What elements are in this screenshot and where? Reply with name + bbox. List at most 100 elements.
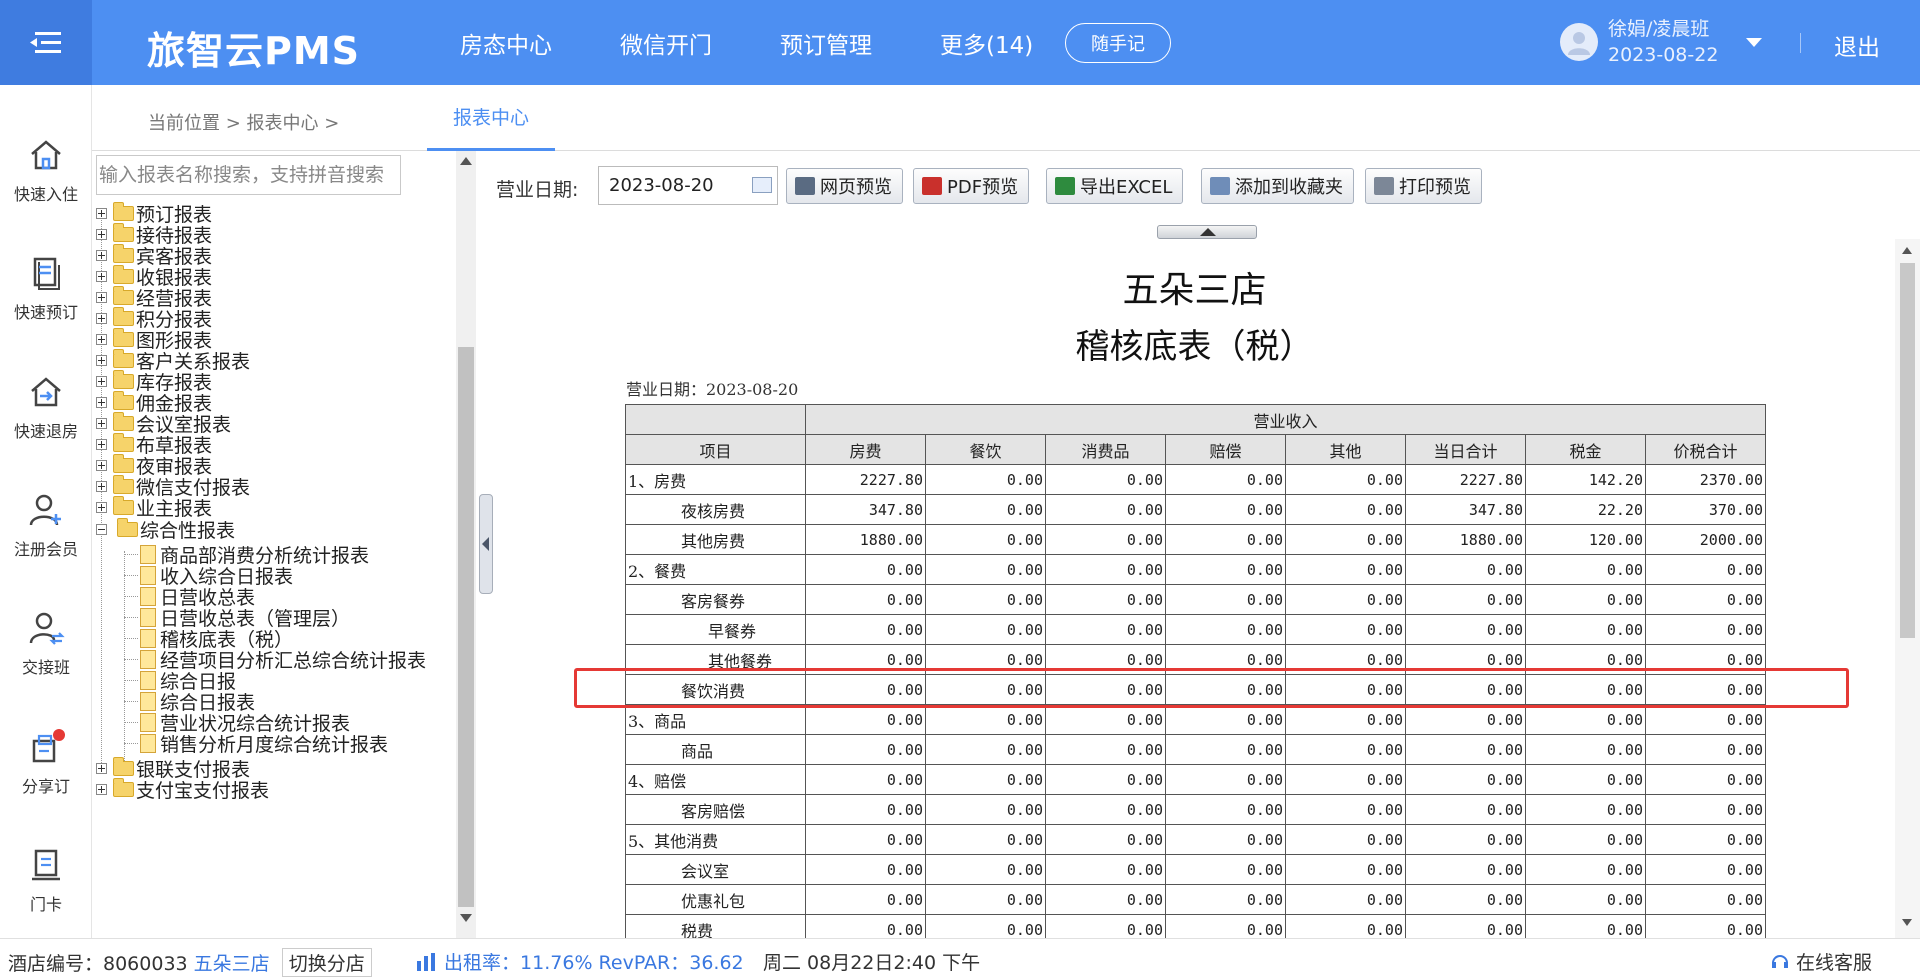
table-row: 税费 0.00 0.00 0.00 0.00 0.00 0.00 0.00 0.00 — [625, 914, 1766, 938]
table-cell: 0.00 — [1165, 554, 1286, 585]
tree-scrollbar[interactable] — [456, 151, 476, 938]
expand-icon[interactable] — [96, 762, 107, 774]
table-cell: 0.00 — [805, 824, 926, 855]
scroll-up-icon[interactable] — [1902, 247, 1912, 254]
expand-icon[interactable] — [96, 783, 107, 795]
sidebar-item-handover[interactable]: 交接班 — [0, 608, 92, 678]
divider — [1800, 33, 1801, 53]
collapse-icon[interactable] — [96, 523, 107, 535]
tree-node[interactable]: 支付宝支付报表 — [96, 777, 269, 802]
scroll-down-icon[interactable] — [460, 914, 472, 922]
scroll-down-icon[interactable] — [1902, 919, 1912, 926]
business-date-input[interactable]: 2023-08-20 — [598, 166, 778, 205]
nav-booking[interactable]: 预订管理 — [780, 26, 872, 60]
expand-icon[interactable] — [96, 438, 107, 450]
expand-icon[interactable] — [96, 270, 107, 282]
table-row: 夜核房费 347.80 0.00 0.00 0.00 0.00 347.80 22.20 370… — [625, 494, 1766, 525]
table-cell: 0.00 — [925, 704, 1046, 735]
table-cell: 0.00 — [1045, 494, 1166, 525]
print-preview-button[interactable]: 打印预览 — [1365, 168, 1482, 204]
column-header: 其他 — [1285, 434, 1406, 465]
quick-sidebar: 快速入住 快速预订 快速退房 注册会员 交接班 分享订 门卡 — [0, 85, 92, 938]
folder-icon — [113, 432, 134, 452]
table-cell: 0.00 — [925, 644, 1046, 675]
table-cell: 0.00 — [1285, 494, 1406, 525]
table-cell: 0.00 — [805, 764, 926, 795]
table-cell: 0.00 — [1645, 764, 1766, 795]
switch-branch-button[interactable]: 切换分店 — [281, 948, 372, 977]
table-cell: 1880.00 — [1405, 524, 1526, 555]
logout-link[interactable]: 退出 — [1834, 28, 1880, 62]
table-row: 客房赔偿 0.00 0.00 0.00 0.00 0.00 0.00 0.00 0.00 — [625, 794, 1766, 825]
table-cell: 0.00 — [1645, 584, 1766, 615]
tab-report-center[interactable]: 报表中心 — [427, 85, 555, 151]
table-cell: 0.00 — [1525, 914, 1646, 938]
sidebar-item-register-member[interactable]: 注册会员 — [0, 490, 92, 560]
nav-wechat-door[interactable]: 微信开门 — [620, 26, 712, 60]
sidebar-item-label: 门卡 — [29, 895, 62, 914]
expand-icon[interactable] — [96, 207, 107, 219]
nav-more[interactable]: 更多(14) — [940, 26, 1033, 60]
table-cell: 0.00 — [1285, 674, 1406, 705]
table-cell: 0.00 — [1165, 854, 1286, 885]
add-favorite-button[interactable]: 添加到收藏夹 — [1201, 168, 1354, 204]
scroll-up-icon[interactable] — [460, 157, 472, 165]
table-cell: 0.00 — [1165, 494, 1286, 525]
expand-icon[interactable] — [96, 291, 107, 303]
expand-icon[interactable] — [96, 480, 107, 492]
menu-toggle-button[interactable] — [0, 0, 92, 85]
user-menu[interactable]: 徐娟/凌晨班 2023-08-22 — [1560, 16, 1718, 68]
share-order-icon — [32, 729, 65, 763]
table-cell: 0.00 — [1045, 884, 1166, 915]
tree-node-expanded[interactable]: 综合性报表 — [96, 517, 235, 542]
row-label: 商品 — [625, 734, 806, 765]
scroll-thumb[interactable] — [458, 347, 474, 907]
button-label: 添加到收藏夹 — [1235, 177, 1343, 198]
expand-icon[interactable] — [96, 228, 107, 240]
excel-icon — [1055, 177, 1075, 195]
nav-room-status[interactable]: 房态中心 — [460, 26, 552, 60]
folder-icon — [113, 411, 134, 431]
sidebar-item-quick-checkout[interactable]: 快速退房 — [0, 372, 92, 442]
memo-button[interactable]: 随手记 — [1065, 23, 1171, 63]
audit-table-body: 1、房费 2227.80 0.00 0.00 0.00 0.00 2227.80 142.20… — [625, 464, 1766, 938]
calendar-icon[interactable] — [752, 177, 772, 193]
expand-icon[interactable] — [96, 249, 107, 261]
sidebar-item-quick-booking[interactable]: 快速预订 — [0, 253, 92, 323]
report-scrollbar[interactable] — [1895, 239, 1920, 938]
table-cell: 0.00 — [1525, 734, 1646, 765]
toolbar-collapse-handle[interactable] — [1157, 225, 1257, 239]
sidebar-item-share-order[interactable]: 分享订 — [0, 727, 92, 797]
breadcrumb: 当前位置 > 报表中心 > — [148, 113, 340, 134]
scroll-thumb[interactable] — [1900, 263, 1915, 638]
table-row: 会议室 0.00 0.00 0.00 0.00 0.00 0.00 0.00 0.00 — [625, 854, 1766, 885]
expand-icon[interactable] — [96, 354, 107, 366]
expand-icon[interactable] — [96, 396, 107, 408]
row-label: 2、餐费 — [625, 554, 806, 585]
report-search-input[interactable]: 输入报表名称搜索，支持拼音搜索 — [96, 155, 401, 195]
pdf-preview-button[interactable]: PDF预览 — [913, 168, 1030, 204]
expand-icon[interactable] — [96, 333, 107, 345]
expand-icon[interactable] — [96, 459, 107, 471]
expand-icon[interactable] — [96, 417, 107, 429]
table-row: 商品 0.00 0.00 0.00 0.00 0.00 0.00 0.00 0.00 — [625, 734, 1766, 765]
table-cell: 0.00 — [1405, 554, 1526, 585]
report-page: 五朵三店 稽核底表（税） 营业日期：2023-08-20 营业收入 项目 房费 餐饮… — [494, 239, 1895, 938]
tree-leaf[interactable]: 销售分析月度综合统计报表 — [124, 731, 388, 756]
row-label: 其他餐券 — [625, 644, 806, 675]
folder-icon — [113, 285, 134, 305]
chevron-down-icon[interactable] — [1746, 38, 1762, 47]
panel-collapse-handle[interactable] — [479, 494, 493, 594]
expand-icon[interactable] — [96, 375, 107, 387]
table-cell: 0.00 — [1285, 884, 1406, 915]
report-doc-icon — [140, 628, 156, 648]
web-preview-button[interactable]: 网页预览 — [786, 168, 903, 204]
expand-icon[interactable] — [96, 312, 107, 324]
table-cell: 0.00 — [1045, 644, 1166, 675]
expand-icon[interactable] — [96, 501, 107, 513]
hotel-name-link[interactable]: 五朵三店 — [194, 953, 270, 975]
sidebar-item-quick-checkin[interactable]: 快速入住 — [0, 135, 92, 205]
export-excel-button[interactable]: 导出EXCEL — [1046, 168, 1184, 204]
online-service-link[interactable]: 在线客服 — [1770, 948, 1872, 975]
sidebar-item-door-card[interactable]: 门卡 — [0, 845, 92, 915]
